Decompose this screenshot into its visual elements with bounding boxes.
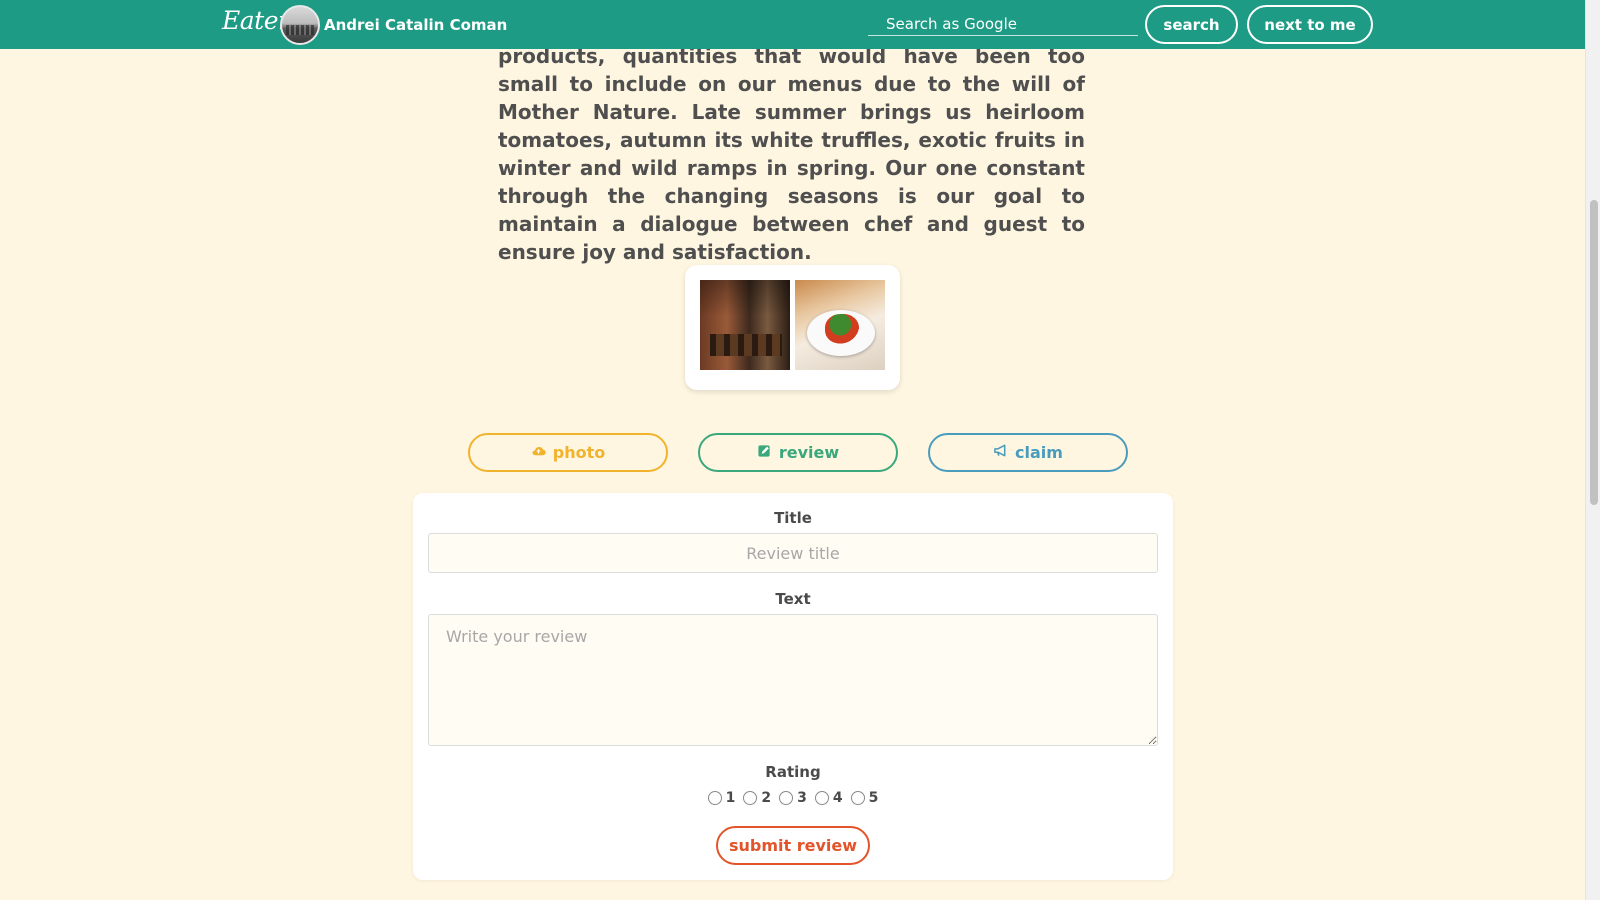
rating-radio[interactable] bbox=[743, 791, 758, 805]
claim-label: claim bbox=[1015, 443, 1063, 462]
rating-radio[interactable] bbox=[850, 791, 865, 805]
rating-radio[interactable] bbox=[814, 791, 829, 805]
submit-review-button[interactable]: submit review bbox=[716, 826, 870, 865]
review-title-input[interactable] bbox=[428, 533, 1158, 573]
review-form: Title Text Rating 1 2 3 4 5 submit revie… bbox=[413, 493, 1173, 880]
add-photo-button[interactable]: photo bbox=[468, 433, 668, 472]
rating-radio[interactable] bbox=[707, 791, 722, 805]
rating-value: 5 bbox=[868, 790, 879, 806]
rating-option-2[interactable]: 2 bbox=[743, 790, 771, 806]
rating-label: Rating bbox=[765, 763, 821, 781]
rating-radio[interactable] bbox=[779, 791, 794, 805]
rating-option-5[interactable]: 5 bbox=[850, 790, 879, 806]
next-to-me-button[interactable]: next to me bbox=[1247, 5, 1373, 44]
photo-gallery bbox=[685, 265, 900, 390]
add-photo-label: photo bbox=[552, 443, 606, 462]
rating-value: 3 bbox=[797, 790, 807, 806]
top-navbar: Eater Andrei Catalin Coman search next t… bbox=[0, 0, 1585, 49]
cloud-upload-icon bbox=[531, 443, 546, 462]
edit-icon bbox=[757, 443, 772, 462]
page: customer's particular interests in mind,… bbox=[0, 0, 1600, 900]
claim-button[interactable]: claim bbox=[928, 433, 1128, 472]
bullhorn-icon bbox=[993, 443, 1008, 462]
rating-value: 4 bbox=[832, 790, 843, 806]
review-text-area[interactable] bbox=[428, 614, 1158, 746]
rating-value: 1 bbox=[725, 790, 736, 806]
write-review-button[interactable]: review bbox=[698, 433, 898, 472]
search-input[interactable] bbox=[868, 12, 1138, 36]
page-scrollbar[interactable] bbox=[1585, 0, 1600, 900]
dish-photo[interactable] bbox=[795, 280, 885, 370]
rating-value: 2 bbox=[761, 790, 772, 806]
title-label: Title bbox=[774, 509, 812, 527]
search-button[interactable]: search bbox=[1145, 5, 1238, 44]
rating-option-3[interactable]: 3 bbox=[779, 790, 807, 806]
user-avatar[interactable] bbox=[280, 5, 320, 45]
username[interactable]: Andrei Catalin Coman bbox=[324, 16, 507, 34]
restaurant-interior-photo[interactable] bbox=[700, 280, 790, 370]
rating-option-4[interactable]: 4 bbox=[814, 790, 843, 806]
rating-option-1[interactable]: 1 bbox=[707, 790, 736, 806]
text-label: Text bbox=[775, 590, 811, 608]
rating-options: 1 2 3 4 5 bbox=[413, 790, 1173, 806]
write-review-label: review bbox=[778, 443, 840, 462]
scrollbar-thumb[interactable] bbox=[1590, 200, 1598, 505]
